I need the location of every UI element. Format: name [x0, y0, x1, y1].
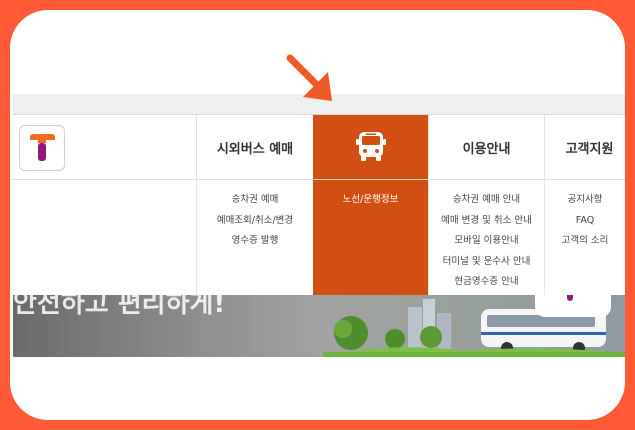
nav-customer-support-label: 고객지원: [565, 141, 614, 157]
mega-dropdown-menu: 승차권 예매 예매조회/취소/변경 영수증 발행 노선/운행정보 승차권 예매 …: [13, 180, 625, 295]
nav-usage-guide[interactable]: 이용안내: [428, 115, 544, 179]
link-cash-receipt-guide[interactable]: 현금영수증 안내: [429, 272, 544, 293]
nav-express-booking-label: 시외버스 예매: [216, 141, 294, 157]
nav-express-booking[interactable]: 시외버스 예매: [196, 115, 313, 179]
dropdown-col-route: 노선/운행정보: [313, 180, 428, 295]
link-faq[interactable]: FAQ: [545, 211, 625, 232]
link-receipt-issue[interactable]: 영수증 발행: [197, 231, 313, 252]
banner-logo-mark: [567, 295, 573, 301]
t-logo-icon: [30, 134, 55, 161]
dropdown-col-guide: 승차권 예매 안내 예매 변경 및 취소 안내 모바일 이용안내 터미널 및 운…: [428, 180, 544, 295]
hero-banner: 안전하고 편리하게!: [13, 295, 625, 357]
link-change-cancel-guide[interactable]: 예매 변경 및 취소 안내: [429, 211, 544, 232]
bus-icon: [355, 132, 386, 161]
dropdown-col-support: 공지사항 FAQ 고객의 소리: [544, 180, 625, 295]
dropdown-col-booking: 승차권 예매 예매조회/취소/변경 영수증 발행: [196, 180, 313, 295]
nav-usage-guide-label: 이용안내: [462, 141, 511, 157]
page-content: 시외버스 예매 이용안내 고객지원 승차권 예매 예매조회/취소/변경 영수증 …: [10, 10, 625, 420]
nav-route-info[interactable]: [313, 115, 428, 179]
main-navigation-bar: 시외버스 예매 이용안내 고객지원: [13, 115, 625, 180]
screenshot-frame: 시외버스 예매 이용안내 고객지원 승차권 예매 예매조회/취소/변경 영수증 …: [10, 10, 625, 420]
nav-customer-support[interactable]: 고객지원: [544, 115, 625, 179]
link-booking-lookup[interactable]: 예매조회/취소/변경: [197, 211, 313, 232]
link-notice[interactable]: 공지사항: [545, 190, 625, 211]
banner-scenery-illustration: [323, 299, 625, 357]
site-logo[interactable]: [19, 125, 65, 171]
link-mobile-guide[interactable]: 모바일 이용안내: [429, 231, 544, 252]
link-booking-guide[interactable]: 승차권 예매 안내: [429, 190, 544, 211]
link-route-schedule[interactable]: 노선/운행정보: [313, 190, 428, 211]
banner-logo-card: [535, 295, 611, 317]
arrow-pointer-icon: [286, 54, 332, 101]
link-ticket-booking[interactable]: 승차권 예매: [197, 190, 313, 211]
link-terminal-guide[interactable]: 터미널 및 운수사 안내: [429, 252, 544, 273]
link-customer-voice[interactable]: 고객의 소리: [545, 231, 625, 252]
